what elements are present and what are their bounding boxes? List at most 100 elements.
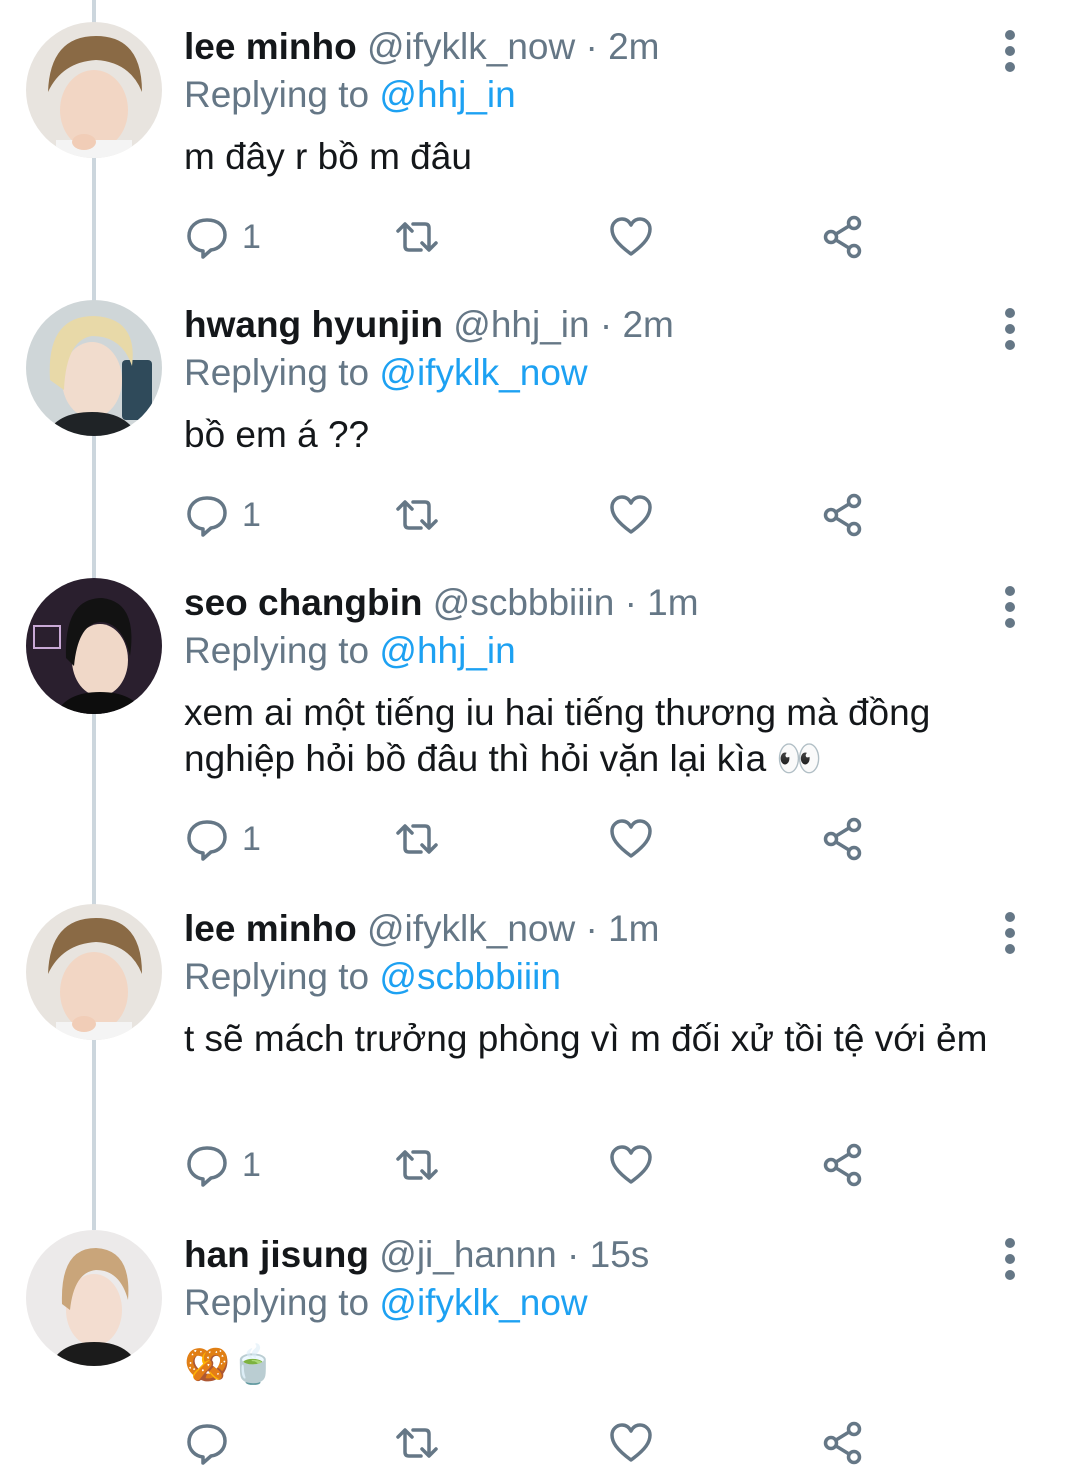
more-vertical-icon[interactable] bbox=[990, 908, 1030, 968]
display-name[interactable]: lee minho bbox=[184, 908, 357, 949]
reply-button[interactable] bbox=[184, 1418, 242, 1468]
tweet[interactable]: han jisung @ji_hannn · 15s Replying to @… bbox=[0, 1230, 1079, 1478]
replying-to-label: Replying to bbox=[184, 1282, 370, 1323]
reply-button[interactable]: 1 bbox=[184, 814, 261, 864]
share-button[interactable] bbox=[820, 814, 866, 864]
replying-to-label: Replying to bbox=[184, 352, 370, 393]
heart-icon bbox=[610, 819, 652, 858]
timestamp[interactable]: · 1m bbox=[625, 582, 699, 623]
share-button[interactable] bbox=[820, 1140, 866, 1190]
tweet-text: bồ em á ?? bbox=[184, 414, 370, 455]
share-icon bbox=[823, 817, 862, 861]
retweet-button[interactable] bbox=[394, 1418, 440, 1468]
tweet-header: hwang hyunjin @hhj_in · 2m bbox=[184, 302, 674, 348]
heart-icon bbox=[610, 217, 652, 256]
mention-link[interactable]: @ifyklk_now bbox=[379, 1282, 587, 1323]
handle[interactable]: @ji_hannn bbox=[379, 1234, 556, 1275]
reply-count: 1 bbox=[242, 217, 261, 256]
timestamp[interactable]: · 15s bbox=[567, 1234, 649, 1275]
retweet-icon bbox=[396, 500, 438, 530]
reply-count: 1 bbox=[242, 495, 261, 534]
display-name[interactable]: seo changbin bbox=[184, 582, 422, 623]
like-button[interactable] bbox=[608, 814, 654, 864]
tweet-header: seo changbin @scbbbiiin · 1m bbox=[184, 580, 699, 626]
display-name[interactable]: han jisung bbox=[184, 1234, 369, 1275]
comment-icon bbox=[187, 1424, 227, 1465]
retweet-icon bbox=[396, 222, 438, 252]
heart-icon bbox=[610, 495, 652, 534]
tweet[interactable]: lee minho @ifyklk_now · 2m Replying to @… bbox=[0, 22, 1079, 282]
more-vertical-icon[interactable] bbox=[990, 26, 1030, 86]
action-bar: 1 bbox=[184, 490, 1044, 540]
handle[interactable]: @ifyklk_now bbox=[367, 26, 575, 67]
replying-to-label: Replying to bbox=[184, 956, 370, 997]
mention-link[interactable]: @hhj_in bbox=[379, 74, 515, 115]
reply-button[interactable]: 1 bbox=[184, 1140, 261, 1190]
share-icon bbox=[823, 1143, 862, 1187]
replying-to: Replying to @ifyklk_now bbox=[184, 350, 588, 396]
handle[interactable]: @scbbbiiin bbox=[433, 582, 615, 623]
action-bar bbox=[184, 1418, 1044, 1468]
handle[interactable]: @ifyklk_now bbox=[367, 908, 575, 949]
tweet[interactable]: seo changbin @scbbbiiin · 1m Replying to… bbox=[0, 578, 1079, 888]
heart-icon bbox=[610, 1145, 652, 1184]
avatar[interactable] bbox=[26, 300, 162, 436]
tweet-header: lee minho @ifyklk_now · 2m bbox=[184, 24, 660, 70]
comment-icon bbox=[187, 820, 227, 861]
more-vertical-icon[interactable] bbox=[990, 582, 1030, 642]
reply-count: 1 bbox=[242, 1145, 261, 1184]
mention-link[interactable]: @ifyklk_now bbox=[379, 352, 587, 393]
timestamp[interactable]: · 2m bbox=[600, 304, 674, 345]
replying-to-label: Replying to bbox=[184, 630, 370, 671]
like-button[interactable] bbox=[608, 212, 654, 262]
tweet-text: t sẽ mách trưởng phòng vì m đối xử tồi t… bbox=[184, 1018, 988, 1059]
action-bar: 1 bbox=[184, 814, 1044, 864]
replying-to: Replying to @hhj_in bbox=[184, 72, 516, 118]
share-button[interactable] bbox=[820, 1418, 866, 1468]
share-icon bbox=[823, 493, 862, 537]
retweet-icon bbox=[396, 1150, 438, 1180]
handle[interactable]: @hhj_in bbox=[453, 304, 589, 345]
tweet-text: 🥨🍵 bbox=[184, 1344, 277, 1385]
avatar[interactable] bbox=[26, 22, 162, 158]
more-vertical-icon[interactable] bbox=[990, 1234, 1030, 1294]
like-button[interactable] bbox=[608, 490, 654, 540]
reply-button[interactable]: 1 bbox=[184, 212, 261, 262]
mention-link[interactable]: @scbbbiiin bbox=[379, 956, 561, 997]
display-name[interactable]: hwang hyunjin bbox=[184, 304, 443, 345]
avatar[interactable] bbox=[26, 578, 162, 714]
avatar[interactable] bbox=[26, 904, 162, 1040]
comment-icon bbox=[187, 496, 227, 537]
retweet-icon bbox=[396, 1428, 438, 1458]
action-bar: 1 bbox=[184, 1140, 1044, 1190]
comment-icon bbox=[187, 1146, 227, 1187]
tweet-text: xem ai một tiếng iu hai tiếng thương mà … bbox=[184, 692, 931, 779]
reply-button[interactable]: 1 bbox=[184, 490, 261, 540]
more-vertical-icon[interactable] bbox=[990, 304, 1030, 364]
timestamp[interactable]: · 2m bbox=[586, 26, 660, 67]
retweet-icon bbox=[396, 824, 438, 854]
like-button[interactable] bbox=[608, 1140, 654, 1190]
avatar[interactable] bbox=[26, 1230, 162, 1366]
tweet-header: lee minho @ifyklk_now · 1m bbox=[184, 906, 660, 952]
display-name[interactable]: lee minho bbox=[184, 26, 357, 67]
tweet-header: han jisung @ji_hannn · 15s bbox=[184, 1232, 649, 1278]
like-button[interactable] bbox=[608, 1418, 654, 1468]
comment-icon bbox=[187, 218, 227, 259]
tweet-text: m đây r bồ m đâu bbox=[184, 136, 472, 177]
timestamp[interactable]: · 1m bbox=[586, 908, 660, 949]
tweet[interactable]: hwang hyunjin @hhj_in · 2m Replying to @… bbox=[0, 300, 1079, 560]
replying-to: Replying to @scbbbiiin bbox=[184, 954, 561, 1000]
retweet-button[interactable] bbox=[394, 490, 440, 540]
heart-icon bbox=[610, 1423, 652, 1462]
share-button[interactable] bbox=[820, 212, 866, 262]
reply-count: 1 bbox=[242, 819, 261, 858]
replying-to: Replying to @ifyklk_now bbox=[184, 1280, 588, 1326]
tweet[interactable]: lee minho @ifyklk_now · 1m Replying to @… bbox=[0, 904, 1079, 1214]
retweet-button[interactable] bbox=[394, 212, 440, 262]
action-bar: 1 bbox=[184, 212, 1044, 262]
retweet-button[interactable] bbox=[394, 1140, 440, 1190]
share-button[interactable] bbox=[820, 490, 866, 540]
retweet-button[interactable] bbox=[394, 814, 440, 864]
mention-link[interactable]: @hhj_in bbox=[379, 630, 515, 671]
